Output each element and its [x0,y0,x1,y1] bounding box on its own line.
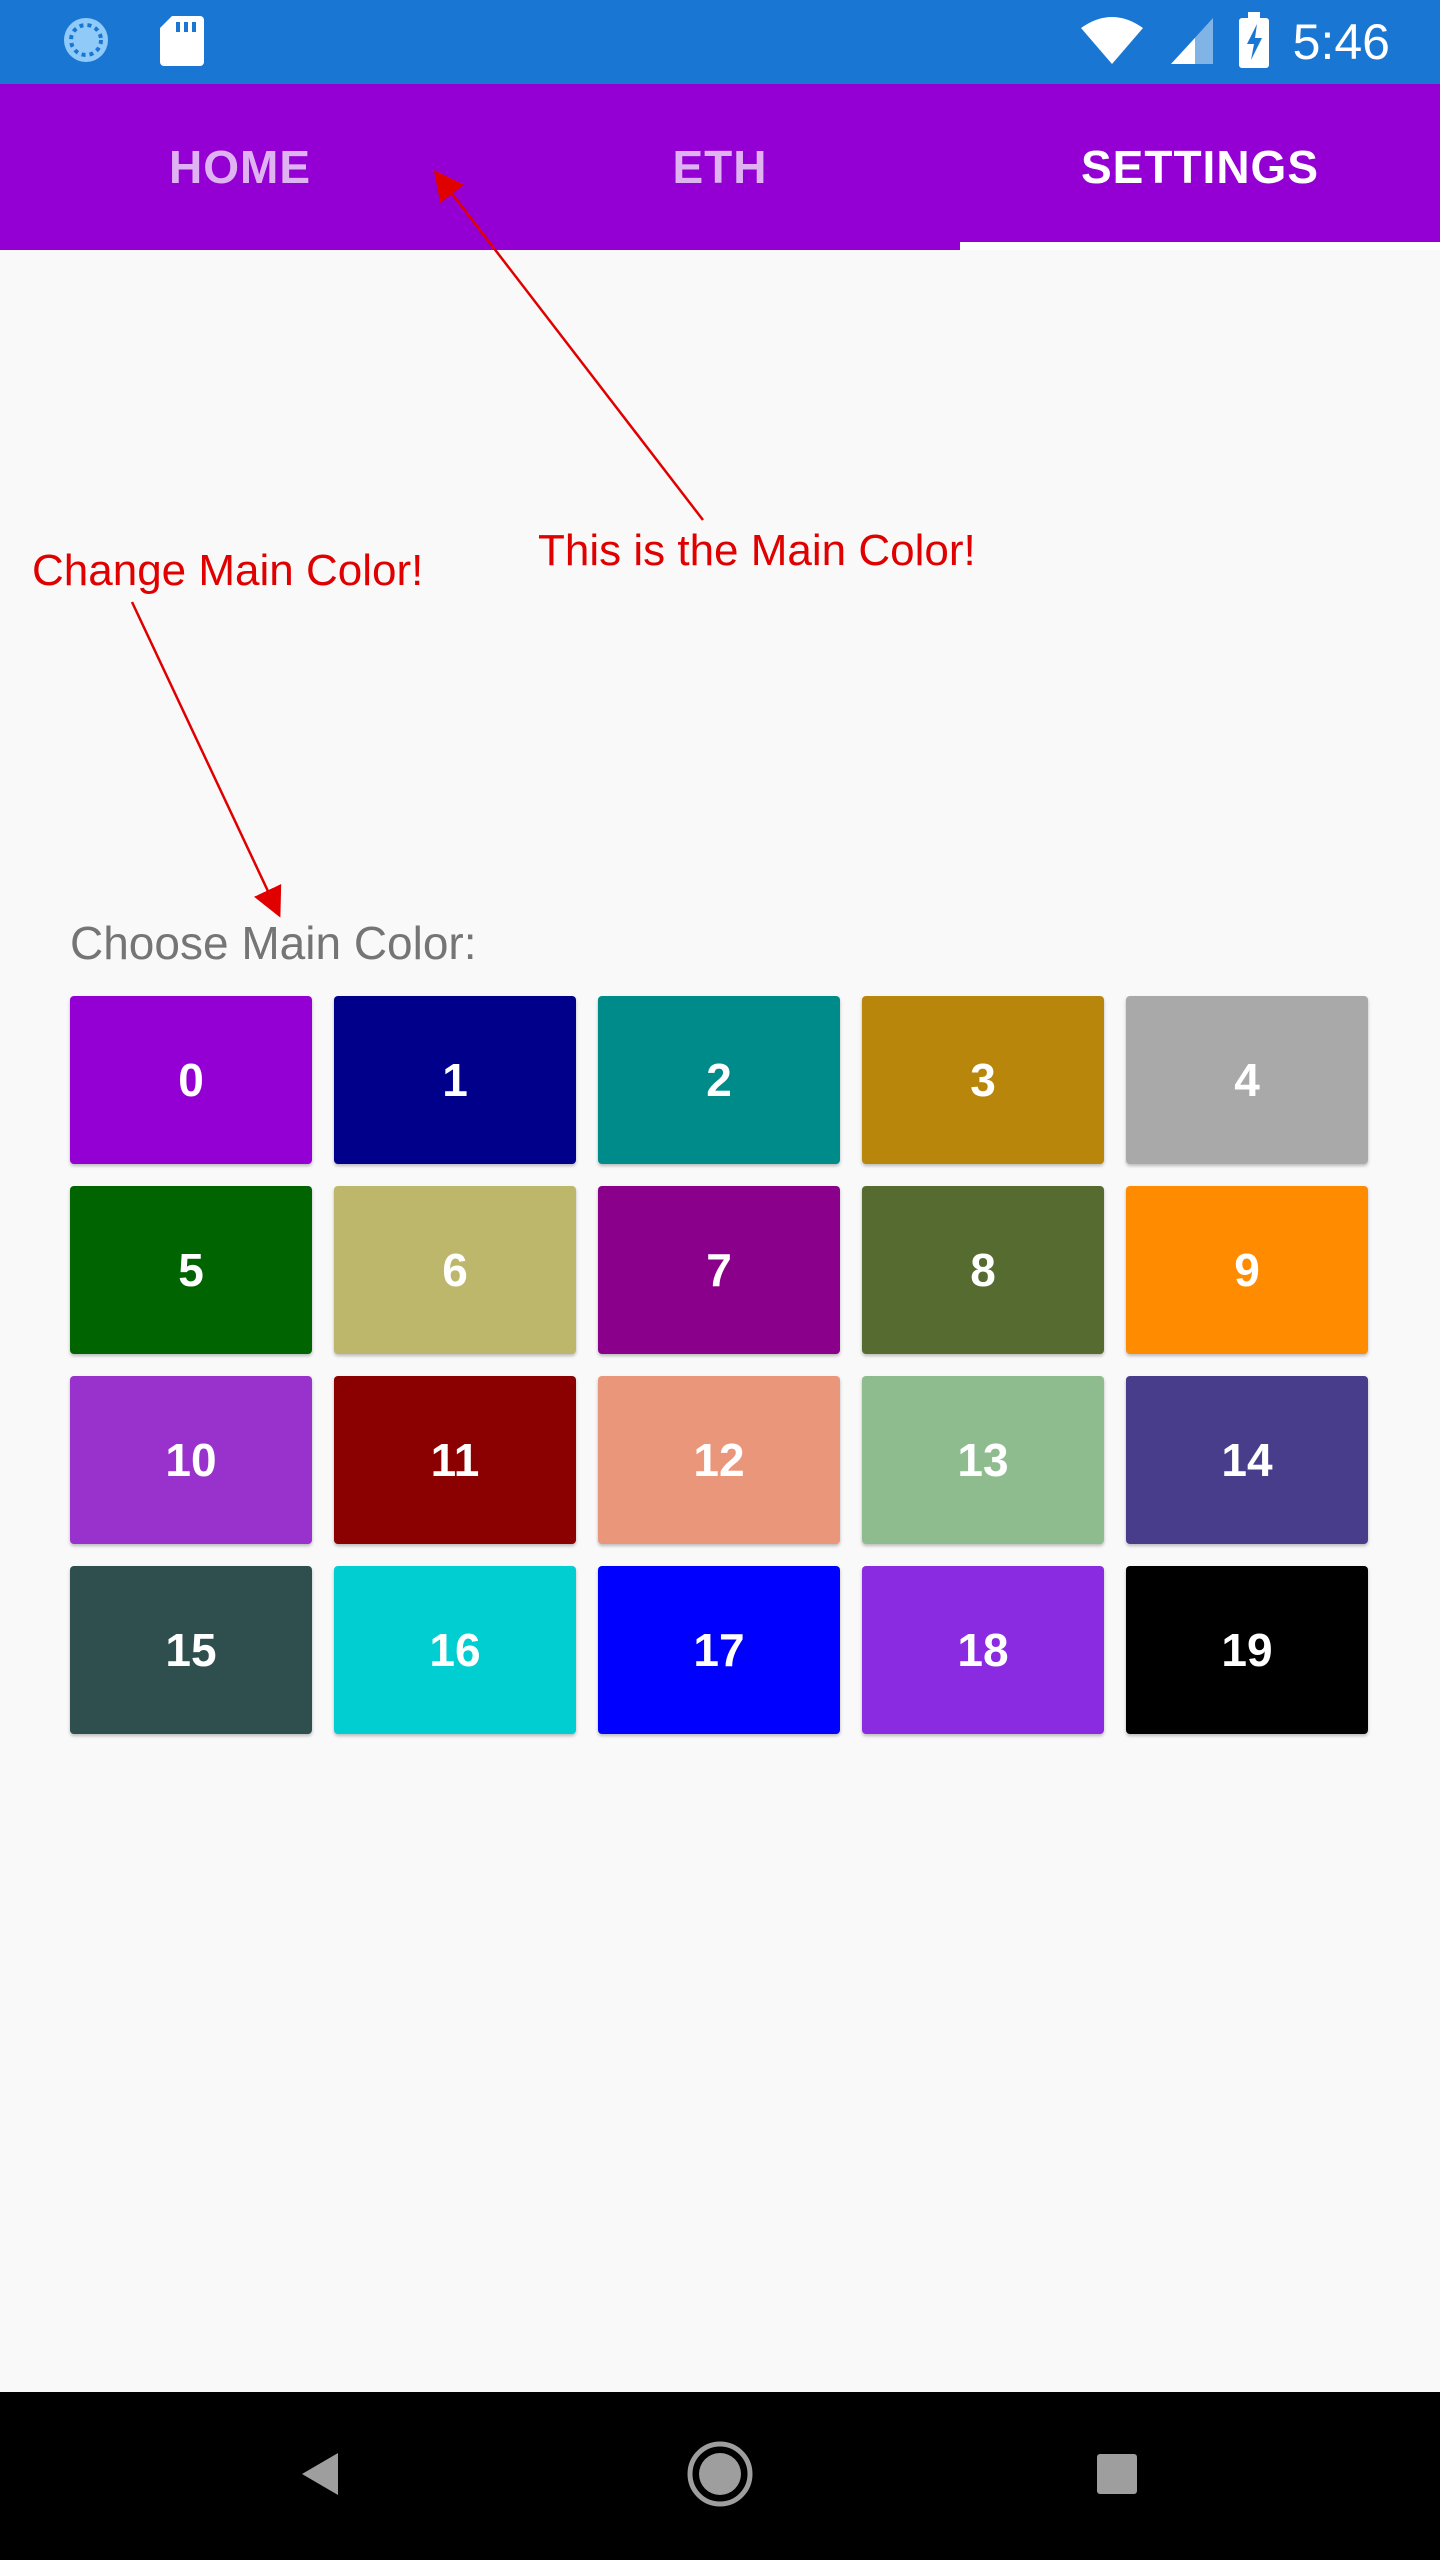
color-grid: 0 1 2 3 4 5 6 7 8 9 10 11 12 13 14 15 16 17 18 19 [70,996,1370,1734]
color-swatch-11[interactable]: 11 [334,1376,576,1544]
status-bar: 5:46 [0,0,1440,84]
color-swatch-7[interactable]: 7 [598,1186,840,1354]
cell-signal-icon [1169,14,1215,71]
annotation-change-color: Change Main Color! [32,546,424,595]
sync-icon [60,14,112,71]
battery-charging-icon [1238,11,1269,73]
choose-color-label: Choose Main Color: [70,917,477,969]
back-icon [298,2449,342,2504]
status-right-icons: 5:46 [1079,0,1390,84]
color-swatch-16[interactable]: 16 [334,1566,576,1734]
color-swatch-15[interactable]: 15 [70,1566,312,1734]
home-button[interactable] [640,2392,800,2560]
status-time: 5:46 [1292,14,1390,70]
color-swatch-1[interactable]: 1 [334,996,576,1164]
tab-settings[interactable]: SETTINGS [960,84,1440,250]
color-swatch-3[interactable]: 3 [862,996,1104,1164]
color-swatch-8[interactable]: 8 [862,1186,1104,1354]
color-swatch-10[interactable]: 10 [70,1376,312,1544]
annotation-main-color: This is the Main Color! [538,526,976,575]
back-button[interactable] [240,2392,400,2560]
color-swatch-0[interactable]: 0 [70,996,312,1164]
color-swatch-4[interactable]: 4 [1126,996,1368,1164]
color-swatch-19[interactable]: 19 [1126,1566,1368,1734]
color-swatch-12[interactable]: 12 [598,1376,840,1544]
wifi-icon [1079,14,1145,71]
color-swatch-17[interactable]: 17 [598,1566,840,1734]
tab-bar: HOME ETH SETTINGS [0,84,1440,250]
color-swatch-14[interactable]: 14 [1126,1376,1368,1544]
sd-card-icon [160,14,204,71]
navigation-bar [0,2392,1440,2560]
tab-home[interactable]: HOME [0,84,480,250]
color-swatch-5[interactable]: 5 [70,1186,312,1354]
arrow-to-chooser [130,601,282,918]
color-swatch-9[interactable]: 9 [1126,1186,1368,1354]
color-swatch-13[interactable]: 13 [862,1376,1104,1544]
color-swatch-18[interactable]: 18 [862,1566,1104,1734]
color-swatch-2[interactable]: 2 [598,996,840,1164]
home-icon [687,2441,753,2512]
status-left-icons [60,14,204,71]
color-swatch-6[interactable]: 6 [334,1186,576,1354]
recents-icon [1095,2452,1139,2501]
recents-button[interactable] [1037,2392,1197,2560]
tab-eth[interactable]: ETH [480,84,960,250]
